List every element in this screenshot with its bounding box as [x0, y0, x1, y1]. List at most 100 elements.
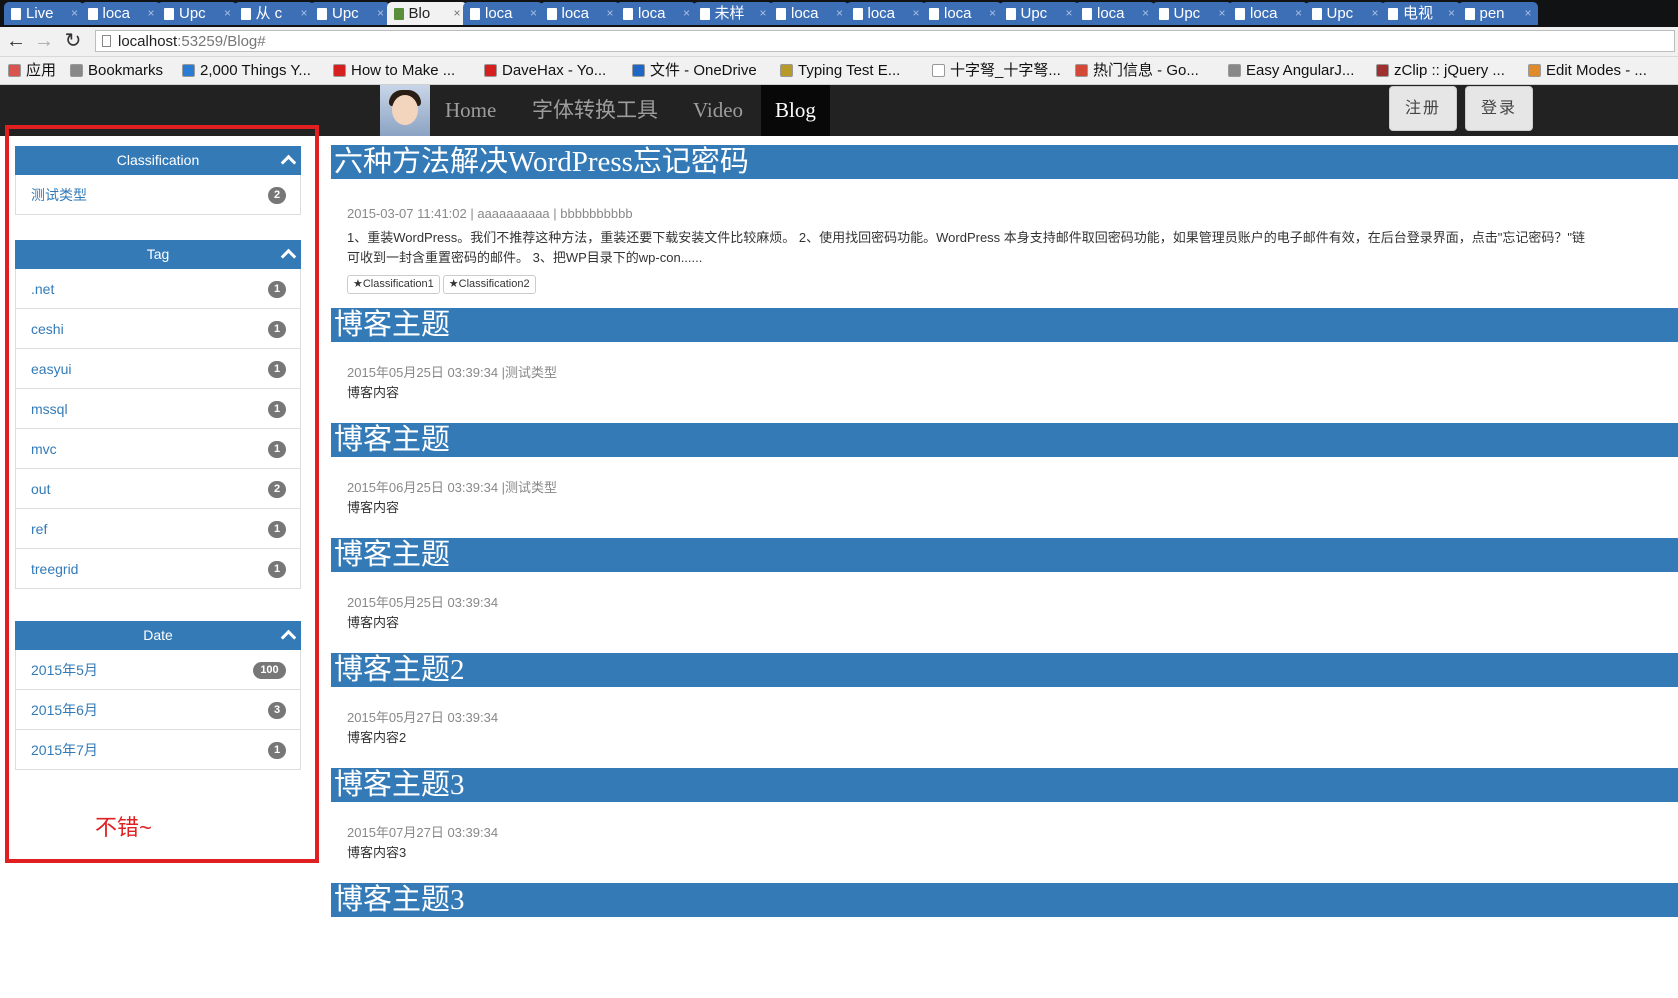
close-icon[interactable]: ×: [606, 2, 613, 25]
tag-item-label[interactable]: treegrid: [31, 549, 78, 589]
post-title[interactable]: 博客主题3: [331, 768, 1678, 802]
browser-tab[interactable]: loca ×: [80, 2, 161, 25]
tag-list-item[interactable]: treegrid 1: [15, 549, 301, 589]
tag-item-label[interactable]: mssql: [31, 389, 68, 429]
chevron-up-icon[interactable]: [280, 248, 297, 265]
browser-tab[interactable]: loca ×: [1075, 2, 1155, 25]
bookmark-item[interactable]: zClip :: jQuery ...: [1376, 57, 1505, 84]
post-title[interactable]: 博客主题2: [331, 653, 1678, 687]
tag-list-item[interactable]: mvc 1: [15, 429, 301, 469]
date-item-label[interactable]: 2015年5月: [31, 650, 98, 690]
address-bar[interactable]: localhost:53259/Blog#: [95, 30, 1675, 52]
date-list-item[interactable]: 2015年5月 100: [15, 650, 301, 690]
browser-tab[interactable]: loca ×: [539, 2, 620, 25]
date-list-item[interactable]: 2015年7月 1: [15, 730, 301, 770]
browser-tab[interactable]: Upc ×: [1304, 2, 1385, 25]
close-icon[interactable]: ×: [71, 2, 78, 25]
browser-tab[interactable]: Upc ×: [998, 2, 1079, 25]
close-icon[interactable]: ×: [1218, 2, 1225, 25]
browser-tab[interactable]: loca ×: [463, 2, 543, 25]
tag-item-label[interactable]: ref: [31, 509, 47, 549]
close-icon[interactable]: ×: [377, 2, 384, 25]
bookmark-item[interactable]: 2,000 Things Y...: [182, 57, 311, 84]
browser-tab[interactable]: pen ×: [1457, 2, 1538, 25]
bookmark-item[interactable]: Edit Modes - ...: [1528, 57, 1647, 84]
chevron-up-icon[interactable]: [280, 629, 297, 646]
browser-tab[interactable]: Live ×: [4, 2, 84, 25]
reload-icon[interactable]: ↻: [62, 30, 84, 52]
tag-list-item[interactable]: mssql 1: [15, 389, 301, 429]
close-icon[interactable]: ×: [1524, 2, 1531, 25]
browser-tab[interactable]: 未样 ×: [692, 2, 773, 25]
bookmark-item[interactable]: Typing Test E...: [780, 57, 900, 84]
tag-item-label[interactable]: easyui: [31, 349, 71, 389]
bookmark-item[interactable]: 应用: [8, 57, 56, 84]
tag-list-item[interactable]: .net 1: [15, 269, 301, 309]
close-icon[interactable]: ×: [147, 2, 154, 25]
browser-tab[interactable]: loca ×: [769, 2, 849, 25]
close-icon[interactable]: ×: [683, 2, 690, 25]
register-button[interactable]: 注册: [1389, 86, 1457, 131]
tag-item-label[interactable]: .net: [31, 269, 54, 309]
tag-list-item[interactable]: ceshi 1: [15, 309, 301, 349]
bookmark-item[interactable]: 热门信息 - Go...: [1075, 57, 1199, 84]
classification-item-label[interactable]: 测试类型: [31, 175, 87, 215]
nav-home[interactable]: Home: [445, 85, 496, 136]
close-icon[interactable]: ×: [530, 2, 537, 25]
close-icon[interactable]: ×: [1371, 2, 1378, 25]
browser-tab[interactable]: 从 c ×: [233, 2, 314, 25]
date-list-item[interactable]: 2015年6月 3: [15, 690, 301, 730]
bookmark-item[interactable]: How to Make ...: [333, 57, 455, 84]
post-title[interactable]: 博客主题: [331, 308, 1678, 342]
close-icon[interactable]: ×: [453, 2, 460, 25]
close-icon[interactable]: ×: [989, 2, 996, 25]
browser-tab[interactable]: Upc ×: [1151, 2, 1232, 25]
close-icon[interactable]: ×: [1142, 2, 1149, 25]
bookmark-item[interactable]: 十字弩_十字弩...: [932, 57, 1061, 84]
login-button[interactable]: 登录: [1465, 86, 1533, 131]
classification-panel-header[interactable]: Classification: [15, 146, 301, 175]
browser-tab[interactable]: loca ×: [845, 2, 926, 25]
browser-tab[interactable]: loca ×: [922, 2, 1002, 25]
tag-item-label[interactable]: mvc: [31, 429, 57, 469]
tag-list-item[interactable]: ref 1: [15, 509, 301, 549]
date-item-label[interactable]: 2015年7月: [31, 730, 98, 770]
browser-tab[interactable]: Upc ×: [157, 2, 237, 25]
tag-list-item[interactable]: easyui 1: [15, 349, 301, 389]
bookmark-item[interactable]: 文件 - OneDrive: [632, 57, 757, 84]
tag-panel-header[interactable]: Tag: [15, 240, 301, 269]
post-title[interactable]: 博客主题: [331, 423, 1678, 457]
browser-tab[interactable]: Blo ×: [386, 2, 467, 25]
post-title[interactable]: 六种方法解决WordPress忘记密码: [331, 145, 1678, 179]
post-title[interactable]: 博客主题3: [331, 883, 1678, 917]
bookmark-item[interactable]: Bookmarks: [70, 57, 163, 84]
back-arrow-icon[interactable]: ←: [5, 30, 27, 52]
date-panel-header[interactable]: Date: [15, 621, 301, 650]
browser-tab[interactable]: loca ×: [616, 2, 696, 25]
browser-tab[interactable]: Upc ×: [310, 2, 390, 25]
forward-arrow-icon[interactable]: →: [33, 30, 55, 52]
tag-button[interactable]: ★Classification1: [347, 275, 440, 294]
nav-video[interactable]: Video: [693, 85, 743, 136]
close-icon[interactable]: ×: [912, 2, 919, 25]
browser-tab[interactable]: 电视 ×: [1381, 2, 1461, 25]
close-icon[interactable]: ×: [1065, 2, 1072, 25]
tag-button[interactable]: ★Classification2: [442, 275, 536, 294]
close-icon[interactable]: ×: [1295, 2, 1302, 25]
tag-item-label[interactable]: out: [31, 469, 50, 509]
post-title[interactable]: 博客主题: [331, 538, 1678, 572]
classification-list-item[interactable]: 测试类型 2: [15, 175, 301, 215]
chevron-up-icon[interactable]: [280, 154, 297, 171]
tag-item-label[interactable]: ceshi: [31, 309, 64, 349]
bookmark-item[interactable]: Easy AngularJ...: [1228, 57, 1354, 84]
date-item-label[interactable]: 2015年6月: [31, 690, 98, 730]
close-icon[interactable]: ×: [759, 2, 766, 25]
nav-font-converter[interactable]: 字体转换工具: [532, 85, 658, 136]
close-icon[interactable]: ×: [300, 2, 307, 25]
nav-blog[interactable]: Blog: [761, 85, 830, 136]
browser-tab[interactable]: loca ×: [1228, 2, 1308, 25]
bookmark-item[interactable]: DaveHax - Yo...: [484, 57, 606, 84]
tag-list-item[interactable]: out 2: [15, 469, 301, 509]
close-icon[interactable]: ×: [224, 2, 231, 25]
close-icon[interactable]: ×: [1448, 2, 1455, 25]
